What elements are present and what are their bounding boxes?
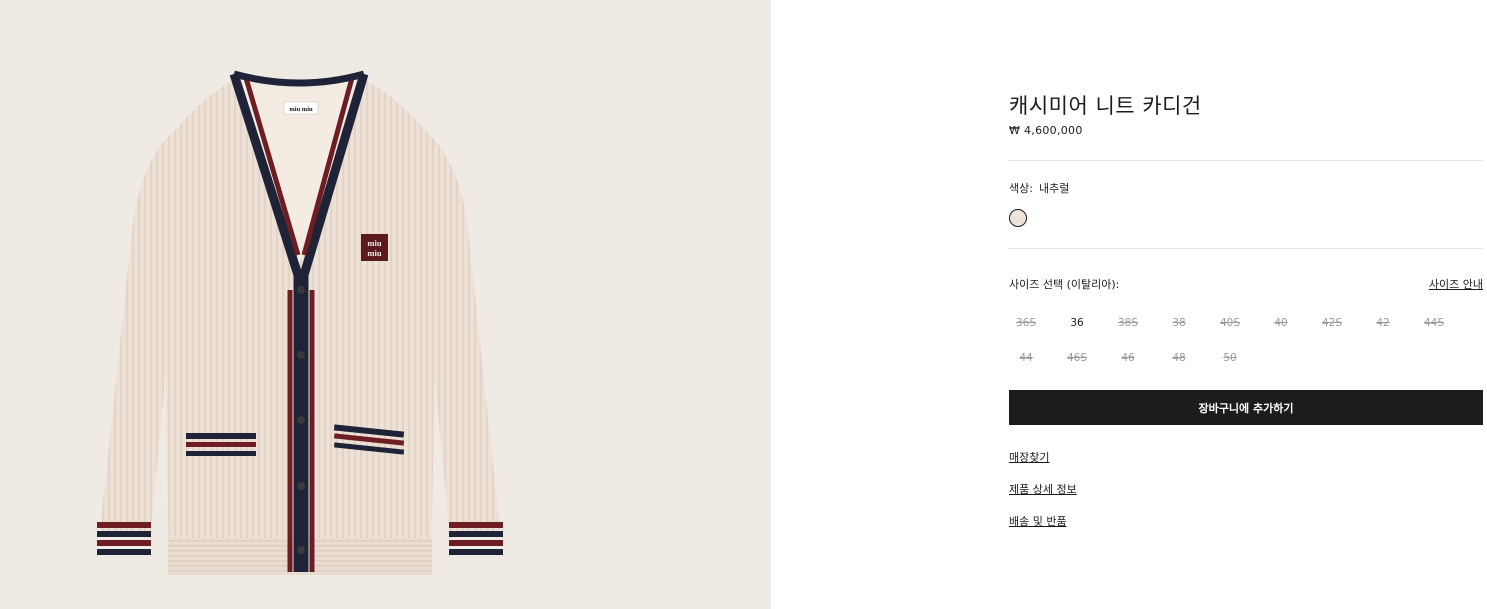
product-title: 캐시미어 니트 카디건 [1009, 94, 1202, 118]
size-select-label: 사이즈 선택 (이탈리아): [1009, 278, 1120, 291]
size-option-46[interactable]: 46 [1111, 352, 1145, 364]
color-value: 내추럴 [1038, 182, 1070, 195]
size-option-36S[interactable]: 36S [1009, 317, 1043, 329]
size-option-42S[interactable]: 42S [1315, 317, 1349, 329]
size-option-40[interactable]: 40 [1264, 317, 1298, 329]
product-image: miu miu miu miu [0, 0, 771, 609]
size-option-46S[interactable]: 46S [1060, 352, 1094, 364]
size-option-44[interactable]: 44 [1009, 352, 1043, 364]
size-guide-link[interactable]: 사이즈 안내 [1429, 276, 1483, 292]
patch-logo-line2: miu [367, 248, 381, 258]
size-option-50[interactable]: 50 [1213, 352, 1247, 364]
size-option-38S[interactable]: 38S [1111, 317, 1145, 329]
neck-label-logo: miu miu [289, 106, 313, 113]
color-swatch-natural[interactable] [1009, 209, 1027, 227]
size-option-38[interactable]: 38 [1162, 317, 1196, 329]
size-option-48[interactable]: 48 [1162, 352, 1196, 364]
color-row: 색상: 내추럴 [1009, 180, 1069, 196]
divider [1009, 248, 1483, 249]
product-price: ₩ 4,600,000 [1009, 124, 1083, 137]
patch-logo-line1: miu [367, 238, 381, 248]
store-finder-link[interactable]: 매장찾기 [1009, 449, 1049, 465]
divider [1009, 160, 1483, 161]
product-details-link[interactable]: 제품 상세 정보 [1009, 481, 1077, 497]
color-label: 색상: [1009, 182, 1033, 195]
size-option-42[interactable]: 42 [1366, 317, 1400, 329]
product-details-panel: 캐시미어 니트 카디건 ₩ 4,600,000 색상: 내추럴 사이즈 선택 (이… [1009, 0, 1483, 609]
add-to-cart-button[interactable]: 장바구니에 추가하기 [1009, 390, 1483, 425]
size-option-44S[interactable]: 44S [1417, 317, 1451, 329]
size-option-36[interactable]: 36 [1060, 317, 1094, 329]
size-option-40S[interactable]: 40S [1213, 317, 1247, 329]
shipping-returns-link[interactable]: 배송 및 반품 [1009, 513, 1067, 529]
cardigan-illustration: miu miu miu miu [97, 70, 503, 575]
